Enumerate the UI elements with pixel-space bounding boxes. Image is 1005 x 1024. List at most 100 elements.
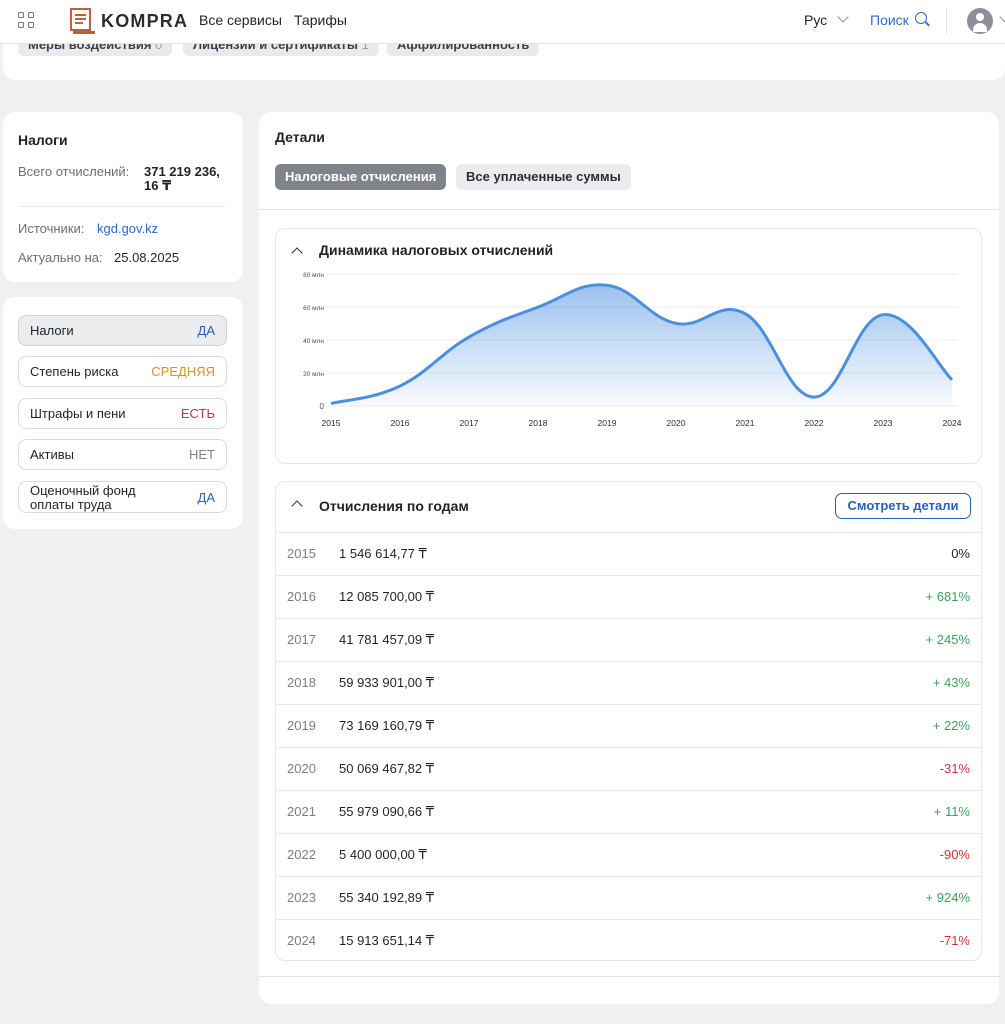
y-tick-label: 60 млн xyxy=(303,305,324,312)
nav-all-services[interactable]: Все сервисы xyxy=(199,12,282,28)
status-value: НЕТ xyxy=(189,447,215,462)
year-cell: 2023 xyxy=(287,890,316,905)
tab-tax-deductions[interactable]: Налоговые отчисления xyxy=(275,164,447,190)
status-label: Налоги xyxy=(30,323,74,338)
status-label: Штрафы и пени xyxy=(30,406,126,421)
y-tick-label: 40 млн xyxy=(303,338,324,345)
status-label-line1: Оценочный фонд xyxy=(30,483,136,498)
x-tick-label: 2015 xyxy=(322,418,341,428)
top-header: KOMPRA Все сервисы Тарифы Рус Поиск xyxy=(0,0,1005,44)
amount-cell: 12 085 700,00 ₸ xyxy=(339,589,435,604)
table-row: 2015 1 546 614,77 ₸ 0% xyxy=(276,532,981,575)
status-row-fines[interactable]: Штрафы и пени ЕСТЬ xyxy=(18,398,227,429)
year-cell: 2018 xyxy=(287,675,316,690)
change-cell: + 22% xyxy=(932,718,970,733)
divider xyxy=(18,206,225,207)
table-row: 2017 41 781 457,09 ₸ + 245% xyxy=(276,618,981,661)
x-tick-label: 2019 xyxy=(598,418,617,428)
apps-grid-icon[interactable] xyxy=(18,12,36,30)
year-cell: 2022 xyxy=(287,847,316,862)
chevron-down-icon[interactable] xyxy=(837,11,849,23)
y-tick-label: 0 xyxy=(320,402,325,411)
total-value-line2: 16 ₸ xyxy=(144,178,172,193)
year-cell: 2017 xyxy=(287,632,316,647)
details-card: Детали Налоговые отчисления Все уплаченн… xyxy=(259,112,999,1004)
language-selector[interactable]: Рус xyxy=(804,12,827,28)
search-icon[interactable] xyxy=(915,12,927,24)
nav-tariffs[interactable]: Тарифы xyxy=(294,12,347,28)
year-cell: 2015 xyxy=(287,546,316,561)
change-cell: -71% xyxy=(939,933,970,948)
avatar[interactable] xyxy=(967,8,993,34)
amount-cell: 73 169 160,79 ₸ xyxy=(339,718,435,733)
change-cell: + 681% xyxy=(925,589,970,604)
avatar-chevron-icon[interactable] xyxy=(999,11,1005,23)
chart-title: Динамика налоговых отчислений xyxy=(319,242,554,258)
status-row-taxes[interactable]: Налоги ДА xyxy=(18,315,227,346)
amount-cell: 55 979 090,66 ₸ xyxy=(339,804,435,819)
chevron-up-icon[interactable] xyxy=(291,247,303,259)
table-row: 2020 50 069 467,82 ₸ -31% xyxy=(276,747,981,790)
status-label-line2: оплаты труда xyxy=(30,497,112,512)
x-tick-label: 2023 xyxy=(874,418,893,428)
date-value: 25.08.2025 xyxy=(114,250,180,265)
status-label: Активы xyxy=(30,447,74,462)
amount-cell: 55 340 192,89 ₸ xyxy=(339,890,435,905)
chevron-up-icon[interactable] xyxy=(291,500,303,512)
year-cell: 2021 xyxy=(287,804,316,819)
years-title: Отчисления по годам xyxy=(319,498,469,514)
change-cell: + 245% xyxy=(925,632,970,647)
tab-all-paid-sums[interactable]: Все уплаченные суммы xyxy=(456,164,631,190)
status-row-payroll-fund[interactable]: Оценочный фонд оплаты труда ДА xyxy=(18,481,227,513)
status-card: Налоги ДА Степень риска СРЕДНЯЯ Штрафы и… xyxy=(3,297,243,529)
details-title: Детали xyxy=(275,129,325,145)
yearly-deductions-panel: Отчисления по годам Смотреть детали 2015… xyxy=(275,481,982,961)
change-cell: + 43% xyxy=(932,675,970,690)
kompra-logo[interactable]: KOMPRA xyxy=(70,6,188,36)
taxes-title: Налоги xyxy=(18,132,68,148)
amount-cell: 15 913 651,14 ₸ xyxy=(339,933,435,948)
tab-sanctions[interactable]: Меры воздействия 0 xyxy=(18,44,173,56)
table-row: 2022 5 400 000,00 ₸ -90% xyxy=(276,833,981,876)
x-tick-label: 2018 xyxy=(529,418,548,428)
tab-affiliation[interactable]: Аффилированность xyxy=(387,44,540,56)
year-cell: 2019 xyxy=(287,718,316,733)
change-cell: 0% xyxy=(951,546,970,561)
divider xyxy=(259,209,999,210)
x-tick-label: 2022 xyxy=(805,418,824,428)
amount-cell: 1 546 614,77 ₸ xyxy=(339,546,427,561)
year-cell: 2024 xyxy=(287,933,316,948)
logo-icon xyxy=(70,8,95,34)
status-row-assets[interactable]: Активы НЕТ xyxy=(18,439,227,470)
date-label: Актуально на: xyxy=(18,250,103,265)
divider xyxy=(946,8,947,34)
tax-dynamics-panel: Динамика налоговых отчислений 0 20 млн 40 … xyxy=(275,228,982,464)
source-link[interactable]: kgd.gov.kz xyxy=(97,221,158,236)
taxes-card: Налоги Всего отчислений: 371 219 236, 16… xyxy=(3,112,243,282)
status-value: ДА xyxy=(197,490,215,505)
table-row: 2023 55 340 192,89 ₸ + 924% xyxy=(276,876,981,919)
tab-licenses[interactable]: Лицензии и сертификаты 1 xyxy=(183,44,379,56)
view-details-button[interactable]: Смотреть детали xyxy=(835,493,971,519)
total-label: Всего отчислений: xyxy=(18,164,130,179)
x-tick-label: 2024 xyxy=(943,418,962,428)
status-value: ДА xyxy=(197,323,215,338)
amount-cell: 41 781 457,09 ₸ xyxy=(339,632,435,647)
y-tick-label: 20 млн xyxy=(303,371,324,378)
status-row-risk[interactable]: Степень риска СРЕДНЯЯ xyxy=(18,356,227,387)
x-tick-label: 2017 xyxy=(460,418,479,428)
amount-cell: 50 069 467,82 ₸ xyxy=(339,761,435,776)
divider xyxy=(259,976,999,977)
total-value-line1: 371 219 236, xyxy=(144,164,220,179)
amount-cell: 5 400 000,00 ₸ xyxy=(339,847,427,862)
change-cell: + 11% xyxy=(933,804,970,819)
search-link[interactable]: Поиск xyxy=(870,12,909,28)
table-row: 2019 73 169 160,79 ₸ + 22% xyxy=(276,704,981,747)
x-tick-label: 2021 xyxy=(736,418,755,428)
section-tabs-strip: Меры воздействия 0 Лицензии и сертификат… xyxy=(3,44,1005,80)
change-cell: -90% xyxy=(939,847,970,862)
status-value: СРЕДНЯЯ xyxy=(151,364,215,379)
tax-dynamics-chart: 0 20 млн 40 млн 60 млн 80 млн 2015 2016 2017 20… xyxy=(303,272,962,428)
amount-cell: 59 933 901,00 ₸ xyxy=(339,675,435,690)
table-row: 2016 12 085 700,00 ₸ + 681% xyxy=(276,575,981,618)
